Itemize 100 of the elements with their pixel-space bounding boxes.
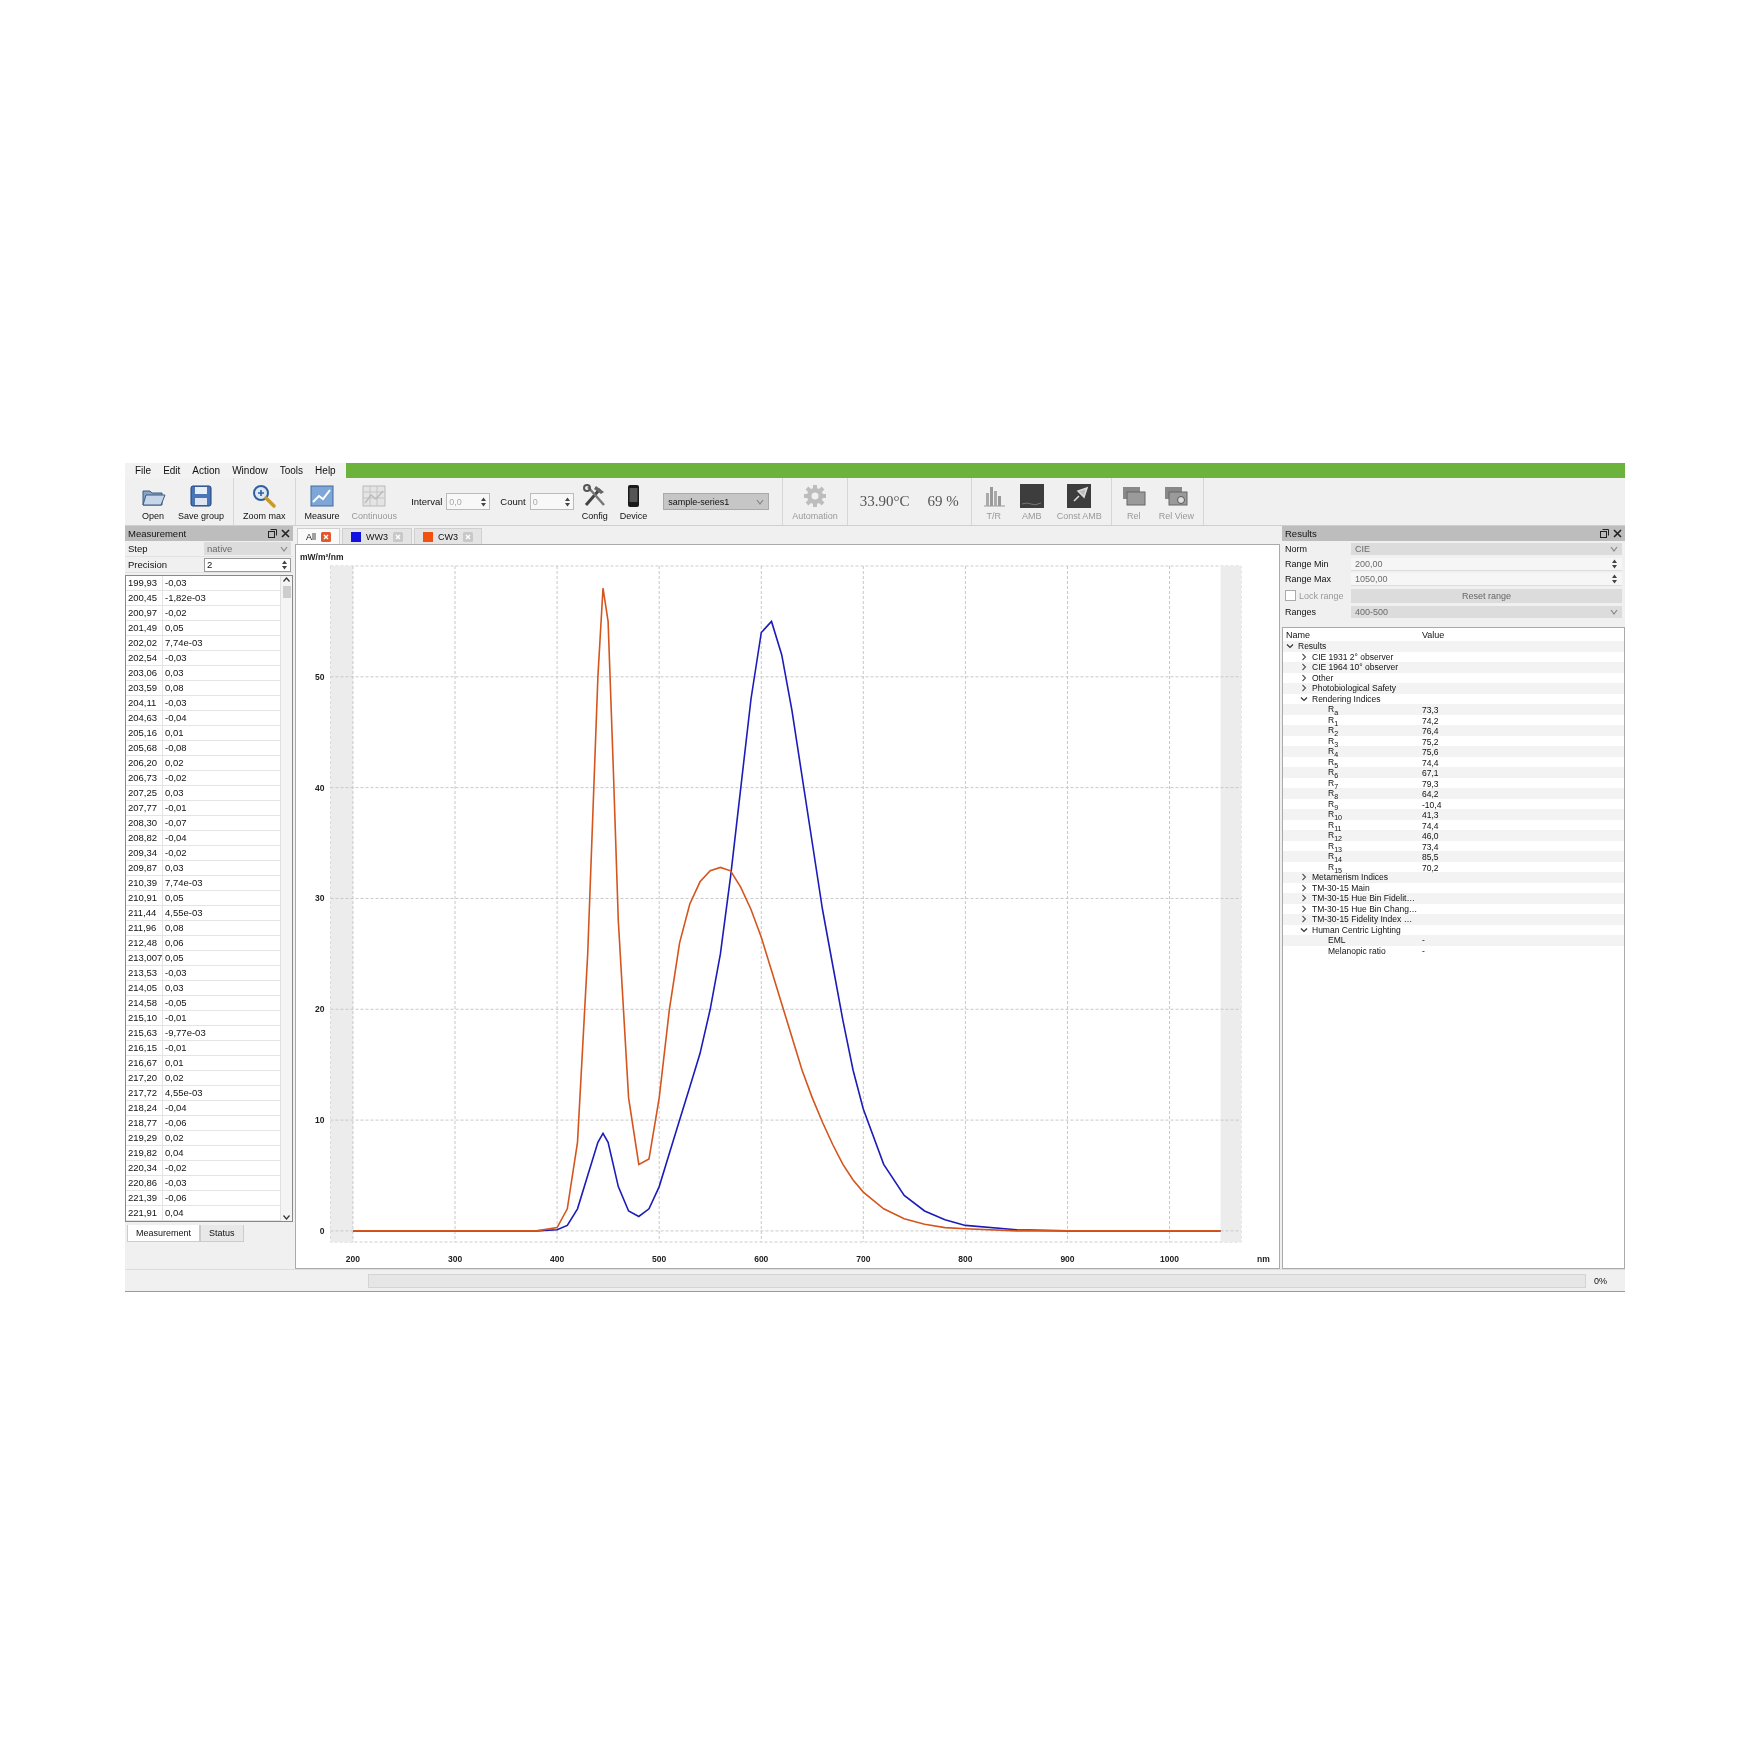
tree-row[interactable]: Metamerism Indices xyxy=(1283,872,1624,883)
table-cell-text: 0,02 xyxy=(164,1131,185,1145)
node-label: R$_{6}$ xyxy=(1328,767,1339,780)
tree-row[interactable]: TM-30-15 Hue Bin Chang… xyxy=(1283,903,1624,914)
tree-row[interactable]: Human Centric Lighting xyxy=(1283,924,1624,935)
toolbar-button[interactable]: Open xyxy=(136,480,170,523)
panel-tab[interactable]: Status xyxy=(200,1225,244,1242)
tree-row[interactable]: EML - xyxy=(1283,935,1624,946)
table-cell-text: -0,08 xyxy=(164,741,188,755)
table-cell-text: -0,03 xyxy=(164,651,188,665)
tree-row[interactable]: R$_{5}$ 74,4 xyxy=(1283,756,1624,767)
scroll-up-icon[interactable] xyxy=(282,576,291,583)
float-icon[interactable] xyxy=(268,529,277,538)
table-cell-text: -0,03 xyxy=(164,696,188,710)
toolbar-button[interactable]: Save group xyxy=(174,480,229,523)
dropdown[interactable]: CIE xyxy=(1351,543,1622,555)
chart-tab[interactable]: All xyxy=(297,528,340,544)
tree-row[interactable]: TM-30-15 Main xyxy=(1283,882,1624,893)
tree-row[interactable]: R$_{10}$ 41,3 xyxy=(1283,809,1624,820)
table-cell-text: -0,02 xyxy=(164,846,188,860)
grid-chart-icon xyxy=(361,482,388,509)
chevron-right-icon[interactable] xyxy=(1300,873,1308,882)
scroll-down-icon[interactable] xyxy=(282,1214,291,1221)
chevron-right-icon[interactable] xyxy=(1300,894,1308,903)
chevron-down-icon[interactable] xyxy=(1300,694,1308,703)
chevron-down-icon[interactable] xyxy=(1286,642,1294,651)
table-cell: 216,67 xyxy=(126,1056,163,1070)
chevron-right-icon[interactable] xyxy=(1300,673,1308,682)
node-label: R$_{a}$ xyxy=(1328,704,1339,717)
table-cell-text: 0,06 xyxy=(164,936,185,950)
tree-row[interactable]: Rendering Indices xyxy=(1283,693,1624,704)
tree-row[interactable]: R$_{1}$ 74,2 xyxy=(1283,714,1624,725)
chevron-right-icon[interactable] xyxy=(1300,684,1308,693)
chart-tab[interactable]: WW3 xyxy=(342,528,412,544)
chevron-right-icon[interactable] xyxy=(1300,904,1308,913)
chevron-right-icon[interactable] xyxy=(1300,883,1308,892)
menu-item[interactable]: Edit xyxy=(157,465,187,476)
step-dropdown[interactable]: native xyxy=(204,542,291,555)
chevron-right-icon[interactable] xyxy=(1300,652,1308,661)
tree-row[interactable]: R$_{11}$ 74,4 xyxy=(1283,819,1624,830)
panel-title: Results xyxy=(1285,528,1317,539)
menu-item[interactable]: Action xyxy=(186,465,227,476)
toolbar-button[interactable]: Zoom max xyxy=(239,480,290,523)
table-cell: 200,97 xyxy=(126,606,163,620)
chevron-right-icon[interactable] xyxy=(1300,915,1308,924)
menu-item[interactable]: Tools xyxy=(273,465,310,476)
tree-row[interactable]: Other xyxy=(1283,672,1624,683)
chevron-right-icon[interactable] xyxy=(1300,663,1308,672)
dropdown[interactable]: 400-500 xyxy=(1351,606,1622,618)
menu-item[interactable]: File xyxy=(129,465,158,476)
menu-item[interactable]: Help xyxy=(309,465,342,476)
tree-row[interactable]: R$_{a}$ 73,3 xyxy=(1283,704,1624,715)
table-cell-text: -0,04 xyxy=(164,1101,188,1115)
toolbar-button[interactable]: Measure xyxy=(300,480,344,523)
tree-row[interactable]: Photobiological Safety xyxy=(1283,683,1624,694)
toolbar-button[interactable]: Config xyxy=(577,480,612,523)
menu-item[interactable]: Window xyxy=(226,465,274,476)
tree-row[interactable]: R$_{9}$ -10,4 xyxy=(1283,798,1624,809)
spin-arrows-icon xyxy=(480,495,488,508)
spin-field[interactable]: 1050,00 xyxy=(1351,572,1622,586)
close-icon[interactable] xyxy=(321,531,331,542)
table-cell: 211,96 xyxy=(126,921,163,935)
field-label: Precision xyxy=(127,559,169,570)
tree-row[interactable]: R$_{3}$ 75,2 xyxy=(1283,735,1624,746)
table-cell-text: -0,06 xyxy=(164,1191,188,1205)
tree-row[interactable]: R$_{7}$ 79,3 xyxy=(1283,777,1624,788)
tree-row[interactable]: Melanopic ratio - xyxy=(1283,945,1624,956)
tree-row[interactable]: R$_{6}$ 67,1 xyxy=(1283,767,1624,778)
scroll-thumb[interactable] xyxy=(282,586,291,598)
chart-tab[interactable]: CW3 xyxy=(414,528,482,544)
tree-row[interactable]: R$_{13}$ 73,4 xyxy=(1283,840,1624,851)
table-cell-text: 0,04 xyxy=(164,1146,185,1160)
table-cell: 207,77 xyxy=(126,801,163,815)
panel-tab[interactable]: Measurement xyxy=(127,1225,201,1242)
spin-arrows-icon xyxy=(1611,557,1618,570)
tree-row[interactable]: R$_{8}$ 64,2 xyxy=(1283,788,1624,799)
float-icon[interactable] xyxy=(1600,529,1609,538)
spin-arrows-icon xyxy=(281,558,288,571)
tree-row[interactable]: R$_{15}$ 70,2 xyxy=(1283,861,1624,872)
table-cell: 206,20 xyxy=(126,756,163,770)
chevron-down-icon[interactable] xyxy=(1300,925,1308,934)
reset-range-button[interactable]: Reset range xyxy=(1351,588,1622,603)
tree-row[interactable]: TM-30-15 Fidelity Index … xyxy=(1283,914,1624,925)
tree-row[interactable]: R$_{14}$ 85,5 xyxy=(1283,851,1624,862)
toolbar-button[interactable]: Device xyxy=(615,480,652,523)
tree-row[interactable]: Results xyxy=(1283,641,1624,652)
tree-row[interactable]: R$_{12}$ 46,0 xyxy=(1283,830,1624,841)
tree-row[interactable]: R$_{2}$ 76,4 xyxy=(1283,725,1624,736)
tree-row[interactable]: TM-30-15 Hue Bin Fidelit… xyxy=(1283,893,1624,904)
precision-field[interactable]: 2 xyxy=(204,557,291,572)
close-icon[interactable] xyxy=(281,529,290,538)
close-icon[interactable] xyxy=(1613,529,1622,538)
series-dropdown[interactable]: sample-series1 xyxy=(663,493,770,510)
sensor-reading: 69 % xyxy=(926,493,960,510)
tree-row[interactable]: CIE 1931 2° observer xyxy=(1283,651,1624,662)
checkbox[interactable] xyxy=(1285,590,1296,601)
x-tick-label: 400 xyxy=(550,1254,565,1264)
spin-field[interactable]: 200,00 xyxy=(1351,557,1622,571)
tree-row[interactable]: R$_{4}$ 75,6 xyxy=(1283,746,1624,757)
tree-row[interactable]: CIE 1964 10° observer xyxy=(1283,662,1624,673)
